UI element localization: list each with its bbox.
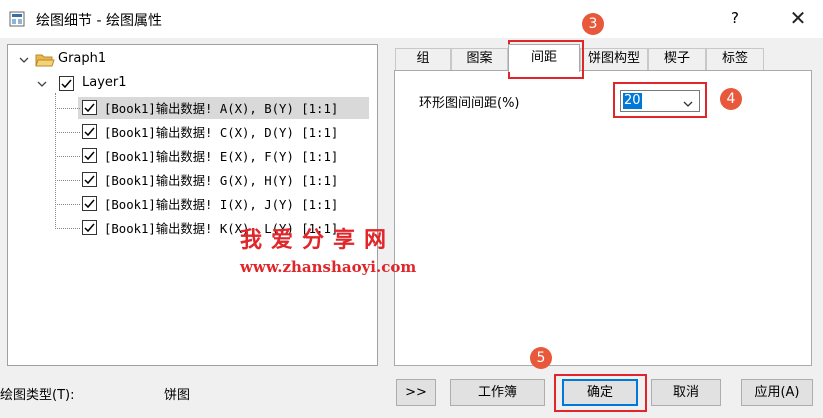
tree-item-label: Graph1 <box>58 51 107 66</box>
tab-spacing[interactable]: 间距 <box>508 44 580 72</box>
tab-pie-geometry[interactable]: 饼图构型 <box>580 48 648 70</box>
chevron-down-icon[interactable] <box>683 97 693 107</box>
expand-button[interactable]: >> <box>396 379 436 406</box>
close-button[interactable]: ✕ <box>778 2 818 34</box>
chevron-down-icon[interactable] <box>36 78 48 90</box>
plot-type-value: 饼图 <box>164 388 191 403</box>
spacing-tab-panel: 环形图间间距(%) 20 <box>394 70 812 366</box>
tree-item-label: Layer1 <box>82 75 127 90</box>
tree-item-layer[interactable]: Layer1 <box>8 73 368 95</box>
tree-item-plot[interactable]: [Book1]输出数据! G(X), H(Y) [1:1] <box>80 169 370 191</box>
step-badge: 4 <box>720 88 742 110</box>
step-badge: 3 <box>582 13 604 35</box>
plot-label: [Book1]输出数据! I(X), J(Y) [1:1] <box>104 198 339 212</box>
plot-tree[interactable]: Graph1 Layer1 [Book1]输出数据! A(X), B(Y) [1… <box>7 44 378 366</box>
plot-label: [Book1]输出数据! G(X), H(Y) [1:1] <box>104 174 339 188</box>
tab-group[interactable]: 组 <box>395 48 451 70</box>
tab-wedge[interactable]: 楔子 <box>648 48 706 70</box>
ring-spacing-select[interactable]: 20 <box>620 90 700 112</box>
workbook-button[interactable]: 工作簿 <box>450 379 545 406</box>
ring-spacing-label: 环形图间间距(%) <box>419 96 520 111</box>
plot-label: [Book1]输出数据! A(X), B(Y) [1:1] <box>104 102 339 116</box>
step-badge: 5 <box>530 347 552 369</box>
window-title: 绘图细节 - 绘图属性 <box>36 13 162 29</box>
plot-checkbox[interactable] <box>82 220 97 235</box>
tab-label[interactable]: 标签 <box>706 48 764 70</box>
layer-checkbox[interactable] <box>59 76 74 91</box>
plot-label: [Book1]输出数据! C(X), D(Y) [1:1] <box>104 126 339 140</box>
tree-item-graph[interactable]: Graph1 <box>8 49 368 71</box>
plot-checkbox[interactable] <box>82 196 97 211</box>
ring-spacing-value: 20 <box>623 93 642 109</box>
chevron-down-icon[interactable] <box>18 54 30 66</box>
tab-strip: 组 图案 间距 饼图构型 楔子 标签 <box>394 44 814 72</box>
watermark-url: www.zhanshaoyi.com <box>240 258 417 276</box>
tree-item-plot[interactable]: [Book1]输出数据! E(X), F(Y) [1:1] <box>80 145 370 167</box>
tab-pattern[interactable]: 图案 <box>451 48 508 70</box>
tree-item-plot[interactable]: [Book1]输出数据! A(X), B(Y) [1:1] <box>80 97 370 119</box>
plot-checkbox[interactable] <box>82 148 97 163</box>
ok-button[interactable]: 确定 <box>562 379 638 406</box>
plot-checkbox[interactable] <box>82 172 97 187</box>
apply-button[interactable]: 应用(A) <box>741 379 813 406</box>
folder-open-icon <box>35 52 55 72</box>
tree-item-plot[interactable]: [Book1]输出数据! I(X), J(Y) [1:1] <box>80 193 370 215</box>
plot-label: [Book1]输出数据! E(X), F(Y) [1:1] <box>104 150 339 164</box>
plot-checkbox[interactable] <box>82 124 97 139</box>
app-icon <box>9 11 25 27</box>
watermark-text: 我爱分享网 <box>240 227 396 253</box>
help-button[interactable]: ? <box>727 9 743 27</box>
plot-checkbox[interactable] <box>82 100 97 115</box>
plot-type-label: 绘图类型(T): <box>0 388 75 403</box>
cancel-button[interactable]: 取消 <box>651 379 721 406</box>
title-bar: 绘图细节 - 绘图属性 ? ✕ <box>0 0 823 38</box>
tree-item-plot[interactable]: [Book1]输出数据! C(X), D(Y) [1:1] <box>80 121 370 143</box>
